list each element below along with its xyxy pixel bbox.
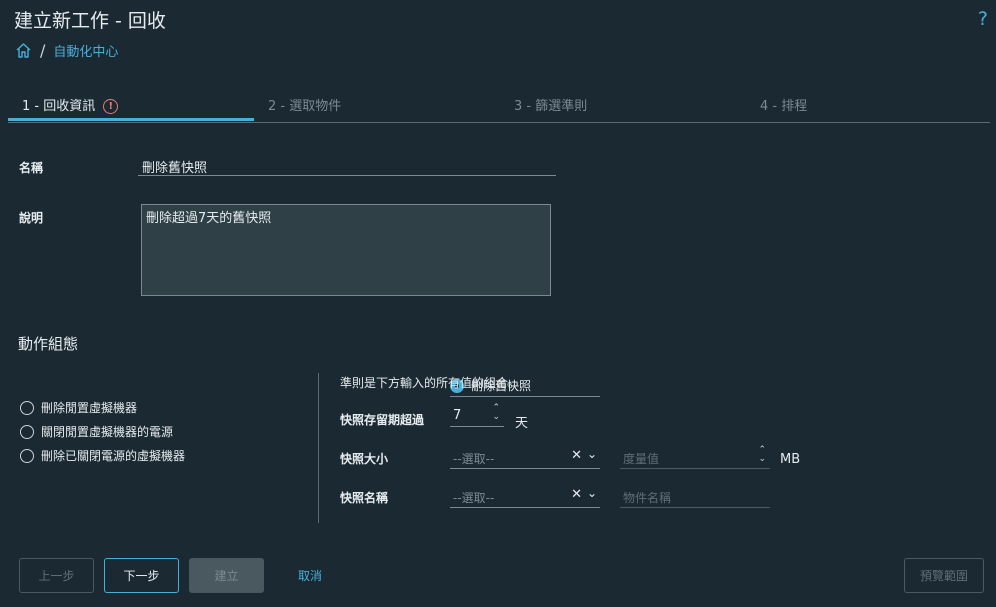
active-tab-indicator bbox=[8, 118, 254, 121]
breadcrumb-link-automation[interactable]: 自動化中心 bbox=[53, 41, 118, 60]
divider bbox=[318, 373, 319, 523]
snapshot-age-input[interactable]: 7 ⌃ ⌄ bbox=[450, 404, 504, 427]
radio-label: 刪除閒置虛擬機器 bbox=[41, 401, 138, 415]
description-label: 說明 bbox=[19, 211, 44, 225]
tab-step-1[interactable]: 1 - 回收資訊! bbox=[22, 95, 119, 114]
radio-power-off-idle-vms[interactable]: 關閉閒置虛擬機器的電源 bbox=[20, 423, 173, 440]
radio-label: 關閉閒置虛擬機器的電源 bbox=[41, 425, 174, 439]
snapshot-age-value: 7 bbox=[453, 408, 462, 423]
name-input-value: 刪除舊快照 bbox=[142, 161, 208, 176]
select-placeholder: --選取-- bbox=[453, 452, 495, 466]
description-textarea[interactable]: 刪除超過7天的舊快照 bbox=[141, 204, 551, 296]
radio-delete-idle-vms[interactable]: 刪除閒置虛擬機器 bbox=[20, 399, 137, 416]
snapshot-size-unit: MB bbox=[780, 452, 801, 467]
chevron-down-icon[interactable]: ⌄ bbox=[587, 447, 597, 461]
radio-delete-powered-off-vms[interactable]: 刪除已關閉電源的虛擬機器 bbox=[20, 447, 185, 464]
action-config-title: 動作組態 bbox=[18, 335, 79, 353]
name-label: 名稱 bbox=[19, 161, 44, 175]
clear-icon[interactable]: ✕ bbox=[571, 487, 582, 502]
page-title: 建立新工作 - 回收 bbox=[14, 10, 166, 32]
help-icon[interactable]: ? bbox=[978, 8, 988, 30]
spinner-icon[interactable]: ⌃ ⌄ bbox=[758, 446, 766, 464]
breadcrumb: / 自動化中心 bbox=[15, 41, 118, 60]
tab-step-4[interactable]: 4 - 排程 bbox=[760, 95, 807, 114]
snapshot-name-value-input[interactable]: 物件名稱 bbox=[620, 486, 770, 508]
snapshot-size-value-input[interactable]: 度量值 ⌃ ⌄ bbox=[620, 446, 770, 469]
radio-unselected-icon bbox=[20, 424, 34, 439]
snapshot-age-label: 快照存留期超過 bbox=[340, 413, 425, 427]
radio-unselected-icon bbox=[20, 400, 34, 415]
input-placeholder: 度量值 bbox=[623, 452, 660, 466]
snapshot-size-operator-select[interactable]: --選取-- ✕ ⌄ bbox=[450, 447, 600, 469]
select-placeholder: --選取-- bbox=[453, 491, 495, 505]
next-button[interactable]: 下一步 bbox=[104, 558, 179, 593]
input-placeholder: 物件名稱 bbox=[623, 491, 672, 505]
cancel-button[interactable]: 取消 bbox=[280, 558, 340, 593]
name-input[interactable]: 刪除舊快照 bbox=[138, 155, 556, 176]
snapshot-name-label: 快照名稱 bbox=[340, 491, 389, 505]
clear-icon[interactable]: ✕ bbox=[571, 448, 582, 463]
home-icon[interactable] bbox=[15, 42, 32, 59]
spinner-icon[interactable]: ⌃ ⌄ bbox=[492, 404, 500, 422]
snapshot-name-operator-select[interactable]: --選取-- ✕ ⌄ bbox=[450, 486, 600, 508]
breadcrumb-separator: / bbox=[40, 41, 46, 60]
tab-step-3[interactable]: 3 - 篩選準則 bbox=[514, 95, 587, 114]
radio-label: 刪除已關閉電源的虛擬機器 bbox=[41, 449, 186, 463]
radio-unselected-icon bbox=[20, 448, 34, 463]
snapshot-age-unit: 天 bbox=[515, 416, 529, 431]
error-icon: ! bbox=[103, 99, 119, 114]
previous-button[interactable]: 上一步 bbox=[19, 558, 94, 593]
preview-scope-button[interactable]: 預覽範圍 bbox=[904, 558, 984, 593]
chevron-down-icon[interactable]: ⌄ bbox=[587, 486, 597, 500]
tab-step-1-label: 1 - 回收資訊 bbox=[22, 99, 96, 114]
snapshot-size-label: 快照大小 bbox=[340, 452, 389, 466]
create-button[interactable]: 建立 bbox=[189, 558, 264, 593]
criteria-note: 準則是下方輸入的所有值的組合。 bbox=[340, 376, 521, 390]
wizard-steps: 1 - 回收資訊! 2 - 選取物件 3 - 篩選準則 4 - 排程 bbox=[8, 90, 990, 123]
tab-step-2[interactable]: 2 - 選取物件 bbox=[268, 95, 341, 114]
